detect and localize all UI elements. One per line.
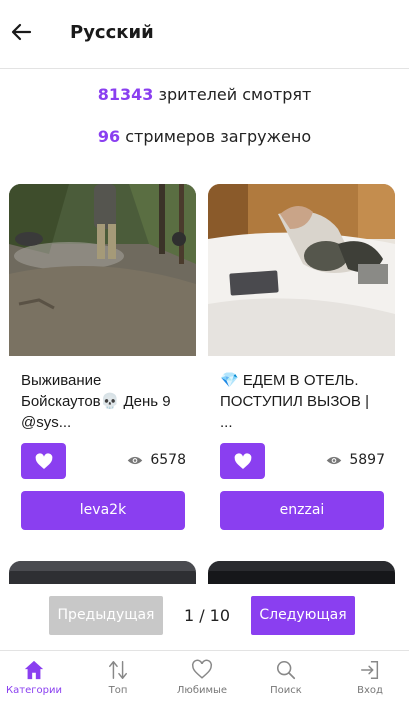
home-icon: [24, 660, 44, 680]
streamers-stat: 96 стримеров загружено: [0, 126, 409, 168]
viewer-count-value: 6578: [150, 452, 186, 468]
next-page-button[interactable]: Следующая: [251, 596, 355, 635]
page-indicator: 1 / 10: [183, 606, 231, 625]
heart-icon: [35, 452, 52, 469]
eye-icon: [327, 456, 342, 464]
favorite-button[interactable]: [21, 443, 66, 479]
stream-thumbnail[interactable]: [9, 561, 196, 584]
viewer-count: 5897: [326, 452, 385, 468]
stream-grid: Выживание Бойскаутов💀 День 9 @sys... 657…: [9, 184, 400, 584]
stream-thumbnail[interactable]: [208, 184, 395, 356]
stream-title: 💎 ЕДЕМ В ОТЕЛЬ. ПОСТУПИЛ ВЫЗОВ | ...: [220, 372, 369, 431]
nav-favorites[interactable]: Любимые: [168, 651, 236, 703]
nav-top[interactable]: Топ: [84, 651, 152, 703]
login-icon: [361, 661, 379, 679]
nav-categories-label: Категории: [6, 685, 62, 696]
viewers-stat: 81343 зрителей смотрят: [0, 84, 409, 126]
nav-search-label: Поиск: [270, 685, 302, 696]
heart-icon: [234, 452, 251, 469]
sort-arrows-icon: [109, 661, 127, 679]
back-arrow-icon[interactable]: [10, 20, 34, 44]
stream-card: [208, 561, 395, 584]
viewer-count: 6578: [127, 452, 186, 468]
top-bar: Русский: [0, 0, 409, 69]
nav-top-label: Топ: [108, 685, 128, 696]
nav-search[interactable]: Поиск: [252, 651, 320, 703]
stream-card: [9, 561, 196, 584]
nav-favorites-label: Любимые: [176, 685, 228, 696]
streamer-button[interactable]: enzzai: [220, 491, 384, 530]
search-icon: [276, 660, 296, 680]
stream-card: 💎 ЕДЕМ В ОТЕЛЬ. ПОСТУПИЛ ВЫЗОВ | ... 589…: [208, 184, 395, 530]
pagination: Предыдущая 1 / 10 Следующая: [0, 596, 409, 636]
stream-title: Выживание Бойскаутов💀 День 9 @sys...: [21, 372, 171, 431]
nav-login[interactable]: Вход: [336, 651, 404, 703]
viewer-count-value: 5897: [349, 452, 385, 468]
streamer-button[interactable]: leva2k: [21, 491, 185, 530]
previous-page-button[interactable]: Предыдущая: [49, 596, 163, 635]
favorite-button[interactable]: [220, 443, 265, 479]
stream-thumbnail[interactable]: [9, 184, 196, 356]
page-title: Русский: [70, 22, 154, 43]
stream-thumbnail[interactable]: [208, 561, 395, 584]
eye-icon: [128, 456, 143, 464]
heart-outline-icon: [191, 659, 213, 679]
bottom-navigation: Категории Топ Любимые Поиск Вход: [0, 650, 409, 703]
stream-card: Выживание Бойскаутов💀 День 9 @sys... 657…: [9, 184, 196, 530]
stats-block: 81343 зрителей смотрят 96 стримеров загр…: [0, 84, 409, 168]
streamers-text: стримеров загружено: [120, 127, 312, 146]
nav-login-label: Вход: [357, 685, 383, 696]
viewers-text: зрителей смотрят: [153, 85, 312, 104]
streamers-count: 96: [97, 127, 121, 146]
nav-categories[interactable]: Категории: [0, 651, 68, 703]
viewers-count: 81343: [97, 85, 154, 104]
